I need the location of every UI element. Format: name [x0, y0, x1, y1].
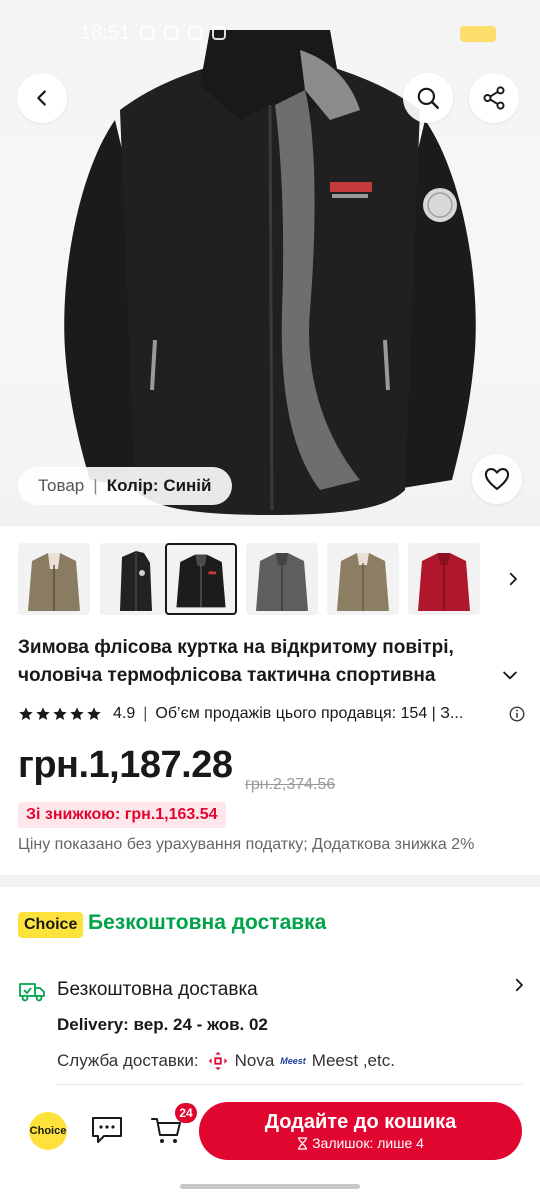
truck-icon [19, 983, 45, 1002]
variant-separator: | [93, 476, 98, 495]
free-shipping-headline: Безкоштовна доставка [88, 911, 327, 934]
thumb-black-side[interactable] [100, 543, 172, 615]
search-icon [417, 87, 439, 109]
search-button[interactable] [403, 73, 453, 123]
delivery-services: Служба доставки: Nova Meest Meest ,etc. [57, 1050, 395, 1072]
current-price: грн.1,187.28 [18, 744, 233, 786]
chevron-right-icon [509, 572, 517, 586]
product-title[interactable]: Зимова флісова куртка на відкритому пові… [18, 634, 500, 690]
info-icon[interactable] [508, 705, 526, 723]
section-divider [0, 875, 540, 887]
service-nova: Nova [234, 1051, 275, 1070]
chat-icon[interactable] [90, 1114, 124, 1146]
variant-label: Товар [38, 476, 85, 495]
rating-separator: | [143, 705, 148, 722]
add-to-cart-label: Додайте до кошика [264, 1111, 457, 1133]
product-image-gallery[interactable]: 18:51 Товар | Колір: Синій [0, 0, 540, 526]
nova-poshta-logo-icon [208, 1051, 227, 1071]
variant-selector-pill[interactable]: Товар | Колір: Синій [18, 467, 232, 505]
expand-title-chevron-icon[interactable] [500, 665, 520, 685]
chevron-right-icon[interactable] [510, 976, 528, 994]
star-icon [19, 707, 33, 720]
star-icon [36, 707, 50, 720]
share-button[interactable] [469, 73, 519, 123]
back-button[interactable] [17, 73, 67, 123]
meest-logo-icon: Meest [280, 1056, 306, 1066]
thumb-khaki[interactable] [327, 543, 399, 615]
notification-icons [140, 26, 270, 42]
original-price: грн.2,374.56 [245, 776, 336, 793]
thumbnail-next-button[interactable] [498, 565, 528, 593]
choice-badge: Choice [18, 912, 84, 938]
heart-icon [484, 468, 510, 490]
stock-text: Залишок: лише 4 [312, 1135, 424, 1151]
rating-value: 4.9 [113, 705, 136, 722]
rating-row[interactable]: 4.9 | Об’єм продажів цього продавця: 154… [18, 704, 526, 724]
discount-price-badge[interactable]: Зі знижкою: грн.1,163.54 [18, 802, 226, 828]
thumb-black[interactable] [165, 543, 237, 615]
thumb-khaki-lined[interactable] [18, 543, 90, 615]
thumb-grey[interactable] [246, 543, 318, 615]
battery-icon [460, 26, 496, 42]
delivery-date: Delivery: вер. 24 - жов. 02 [57, 1015, 268, 1034]
star-icon [70, 707, 84, 720]
star-icon [53, 707, 67, 720]
shipping-option-title[interactable]: Безкоштовна доставка [57, 979, 258, 1001]
star-icon [87, 707, 101, 720]
thumbnail-strip [18, 543, 528, 615]
cart-count-badge: 24 [175, 1103, 197, 1123]
home-indicator[interactable] [180, 1184, 360, 1189]
delivery-separator [57, 1084, 522, 1085]
services-label: Служба доставки: [57, 1051, 199, 1070]
tax-note: Ціну показано без урахування податку; До… [18, 836, 475, 853]
add-to-cart-button[interactable]: Додайте до кошика Залишок: лише 4 [199, 1102, 522, 1160]
share-icon [483, 86, 505, 110]
status-time: 18:51 [80, 22, 131, 44]
thumb-red[interactable] [408, 543, 480, 615]
choice-store-button[interactable]: Choice [29, 1112, 67, 1150]
wishlist-button[interactable] [472, 454, 522, 504]
rating-stars [18, 706, 103, 722]
service-meest: Meest ,etc. [311, 1051, 395, 1070]
status-bar: 18:51 [0, 0, 540, 70]
seller-sales-count: Об’єм продажів цього продавця: 154 | З..… [155, 705, 464, 722]
chevron-left-icon [37, 90, 46, 106]
stock-indicator: Залишок: лише 4 [297, 1134, 424, 1152]
hourglass-icon [297, 1136, 308, 1150]
variant-value: Колір: Синій [106, 476, 212, 495]
